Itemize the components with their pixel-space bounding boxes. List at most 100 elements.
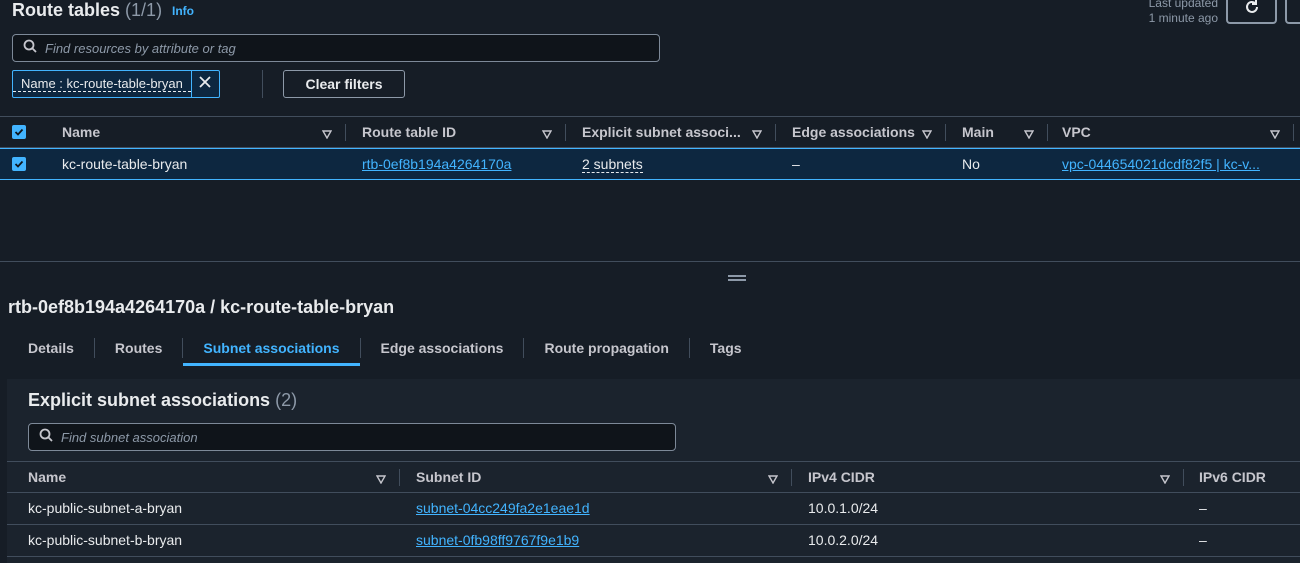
subnet-table-header: Name Subnet ID IPv4 CIDR IPv6 CIDR [7, 461, 1300, 493]
column-label: Main [962, 124, 994, 140]
last-updated-label: Last updated [1148, 0, 1218, 10]
detail-tabs: Details Routes Subnet associations Edge … [8, 330, 762, 366]
column-explicit-subnet[interactable]: Explicit subnet associ... [568, 117, 776, 147]
actions-button[interactable] [1285, 0, 1300, 24]
last-updated-value: 1 minute ago [1148, 11, 1218, 25]
column-divider [775, 124, 776, 141]
column-label: IPv4 CIDR [808, 469, 875, 485]
search-input[interactable]: Find resources by attribute or tag [45, 41, 236, 56]
filter-token: Name : kc-route-table-bryan [12, 70, 220, 98]
subnet-id-link[interactable]: subnet-0fb98ff9767f9e1b9 [416, 532, 579, 548]
ipv4-cidr: 10.0.1.0/24 [808, 500, 879, 516]
table-row[interactable]: kc-route-table-bryan rtb-0ef8b194a426417… [0, 148, 1300, 180]
column-subnet-name[interactable]: Name [7, 462, 400, 492]
panel-title-text: Explicit subnet associations [28, 390, 271, 410]
column-divider [565, 124, 566, 141]
info-link[interactable]: Info [172, 4, 194, 18]
column-main[interactable]: Main [948, 117, 1048, 147]
column-name[interactable]: Name [48, 117, 346, 147]
row-select-cell [12, 149, 42, 179]
filter-token-label[interactable]: Name : kc-route-table-bryan [13, 76, 191, 92]
column-route-table-id[interactable]: Route table ID [348, 117, 566, 147]
close-icon [199, 75, 211, 93]
column-label: Name [62, 124, 101, 140]
remove-filter-button[interactable] [190, 71, 219, 97]
subnet-name: kc-public-subnet-a-bryan [28, 500, 183, 516]
tab-edge-associations[interactable]: Edge associations [361, 330, 524, 366]
tab-routes[interactable]: Routes [95, 330, 182, 366]
column-label: Route table ID [362, 124, 457, 140]
column-label: VPC [1062, 124, 1091, 140]
column-divider [945, 124, 946, 141]
ipv6-cidr: – [1199, 532, 1207, 548]
route-table-name: kc-route-table-bryan [62, 156, 188, 172]
vpc-link[interactable]: vpc-044654021dcdf82f5 | kc-v... [1062, 156, 1260, 172]
tab-tags[interactable]: Tags [690, 330, 762, 366]
column-label: Explicit subnet associ... [582, 124, 741, 140]
subnet-id-link[interactable]: subnet-04cc249fa2e1eae1d [416, 500, 590, 516]
divider [262, 70, 263, 98]
column-divider [399, 469, 400, 486]
column-divider [1183, 469, 1184, 486]
table-row[interactable]: kc-public-subnet-b-bryan subnet-0fb98ff9… [7, 525, 1300, 557]
sort-icon [321, 126, 333, 142]
select-all-checkbox[interactable] [12, 125, 26, 139]
explicit-subnet-cell: 2 subnets [582, 149, 772, 179]
column-vpc[interactable]: VPC [1048, 117, 1294, 147]
resource-search-field[interactable]: Find resources by attribute or tag [12, 34, 660, 62]
main-cell: No [962, 156, 980, 172]
page-title-count: (1/1) [125, 0, 163, 20]
select-all-cell [12, 117, 42, 147]
route-table-id-link[interactable]: rtb-0ef8b194a4264170a [362, 156, 511, 172]
tab-route-propagation[interactable]: Route propagation [524, 330, 688, 366]
column-label: Name [28, 469, 67, 485]
subnet-search-field[interactable]: Find subnet association [28, 423, 676, 451]
ipv4-cidr: 10.0.2.0/24 [808, 532, 879, 548]
column-ipv6-cidr[interactable]: IPv6 CIDR [1186, 462, 1300, 492]
column-subnet-id[interactable]: Subnet ID [402, 462, 792, 492]
subnet-name: kc-public-subnet-b-bryan [28, 532, 183, 548]
last-updated: Last updated 1 minute ago [1149, 0, 1218, 26]
refresh-icon [1243, 0, 1261, 21]
column-label: IPv6 CIDR [1199, 469, 1266, 485]
split-panel-border [0, 261, 1300, 262]
column-edge-associations[interactable]: Edge associations [778, 117, 946, 147]
page-title-text: Route tables [12, 0, 121, 20]
tab-details[interactable]: Details [8, 330, 94, 366]
tab-subnet-associations[interactable]: Subnet associations [183, 330, 360, 366]
search-icon [23, 39, 37, 58]
subnet-search-input[interactable]: Find subnet association [61, 430, 198, 445]
subnet-id-cell: subnet-04cc249fa2e1eae1d [416, 493, 786, 523]
vpc-cell: vpc-044654021dcdf82f5 | kc-v... [1062, 149, 1274, 179]
sort-icon [767, 471, 779, 487]
refresh-button[interactable] [1226, 0, 1277, 24]
ipv6-cidr: – [1199, 500, 1207, 516]
explicit-subnet-popover[interactable]: 2 subnets [582, 156, 643, 173]
table-row[interactable]: kc-public-subnet-a-bryan subnet-04cc249f… [7, 493, 1300, 525]
search-icon [39, 428, 53, 447]
edge-associations-cell: – [792, 156, 800, 172]
column-label: Subnet ID [416, 469, 482, 485]
route-table-header: Name Route table ID Explicit subnet asso… [0, 116, 1300, 148]
resize-handle-icon[interactable] [728, 275, 746, 281]
sort-icon [1269, 126, 1281, 142]
column-divider [345, 124, 346, 141]
sort-icon [751, 126, 763, 142]
column-divider [1293, 124, 1294, 141]
subnet-id-cell: subnet-0fb98ff9767f9e1b9 [416, 525, 786, 555]
page-title: Route tables (1/1) [12, 0, 162, 21]
column-label: Edge associations [792, 124, 915, 140]
clear-filters-button[interactable]: Clear filters [283, 70, 405, 98]
column-ipv4-cidr[interactable]: IPv4 CIDR [794, 462, 1184, 492]
route-table-id-cell: rtb-0ef8b194a4264170a [362, 149, 562, 179]
panel-title: Explicit subnet associations (2) [28, 390, 297, 411]
row-checkbox[interactable] [12, 157, 26, 171]
sort-icon [921, 126, 933, 142]
column-divider [791, 469, 792, 486]
sort-icon [1023, 126, 1035, 142]
detail-title: rtb-0ef8b194a4264170a / kc-route-table-b… [8, 297, 395, 317]
panel-title-count: (2) [275, 390, 298, 410]
sort-icon [541, 126, 553, 142]
sort-icon [1159, 471, 1171, 487]
sort-icon [375, 471, 387, 487]
